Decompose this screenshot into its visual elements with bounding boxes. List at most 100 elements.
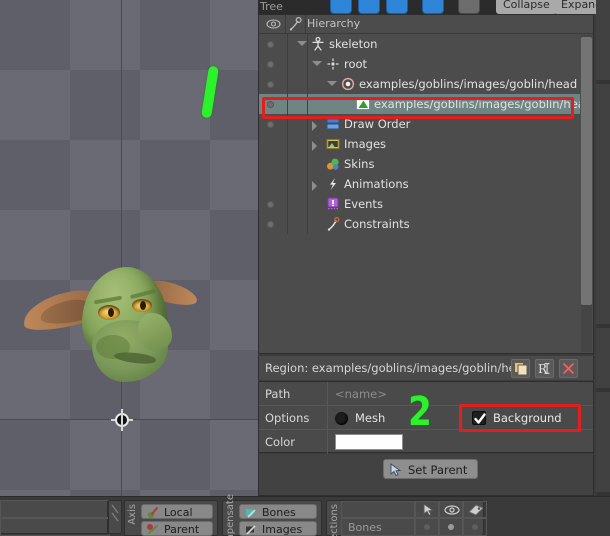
tree-expand-arrow[interactable]: [312, 181, 317, 191]
goblin-right-pupil: [140, 301, 146, 310]
tree-expand-arrow[interactable]: [327, 81, 337, 86]
skeleton-icon: [311, 36, 325, 51]
cursor-icon: [389, 463, 403, 477]
rename-icon[interactable]: R: [535, 359, 554, 378]
top-toolbar: Tree Collapse Expand: [258, 0, 610, 14]
duplicate-icon[interactable]: [511, 359, 530, 378]
selections-group: Selections Bones: [326, 500, 487, 536]
region-header-bar: Region: examples/goblins/images/goblin/h…: [258, 356, 594, 380]
tree-row-label: Images: [344, 137, 387, 151]
right-edge-panel: [596, 0, 610, 496]
set-parent-button[interactable]: Set Parent: [383, 459, 479, 479]
root-icon: [326, 57, 340, 71]
tree-expand-arrow[interactable]: [312, 61, 322, 66]
row-visibility-dot[interactable]: [267, 101, 274, 108]
color-swatch[interactable]: [335, 434, 403, 450]
tree-row-1[interactable]: root: [259, 54, 580, 74]
eye-icon[interactable]: [358, 0, 380, 14]
tag-icon[interactable]: [463, 501, 487, 518]
origin-crosshair: [111, 409, 133, 431]
viewport-canvas[interactable]: [0, 0, 258, 496]
eye-icon[interactable]: [266, 15, 281, 33]
selections-cell-tag[interactable]: [463, 518, 487, 536]
region-path-label: Region: examples/goblins/images/goblin/h…: [265, 361, 527, 375]
eye-icon[interactable]: [439, 501, 463, 518]
mesh-label[interactable]: Mesh: [355, 411, 385, 425]
mesh-checkbox[interactable]: [335, 412, 348, 425]
slot-icon: [341, 77, 355, 91]
goblin-head-image[interactable]: [19, 265, 200, 385]
hierarchy-tree-body[interactable]: skeleton root examples/goblins/images/gobl…: [259, 34, 580, 353]
select-icon[interactable]: [415, 501, 439, 518]
row-visibility-dot[interactable]: [267, 121, 274, 128]
skins-icon: [326, 157, 340, 171]
tree-row-9[interactable]: Constraints: [259, 214, 580, 234]
tree-row-label: root: [344, 57, 368, 71]
tree-row-8[interactable]: Events: [259, 194, 580, 214]
tree-row-label: Animations: [344, 177, 409, 191]
tree-expand-arrow[interactable]: [312, 121, 317, 131]
constraints-icon: [326, 216, 340, 231]
parent-button[interactable]: Parent: [141, 521, 213, 536]
tree-row-label: Events: [344, 197, 383, 211]
images-icon: [244, 523, 257, 536]
tree-expand-arrow[interactable]: [312, 141, 317, 151]
tree-row-4[interactable]: Draw Order: [259, 114, 580, 134]
local-label: Local: [164, 506, 193, 519]
row-visibility-dot[interactable]: [267, 201, 274, 208]
tree-scrollbar-thumb[interactable]: [581, 37, 592, 305]
path-input[interactable]: <name>: [335, 387, 387, 401]
local-button[interactable]: Local: [141, 504, 213, 519]
tree-row-0[interactable]: skeleton: [259, 34, 580, 54]
tree-expand-arrow[interactable]: [297, 41, 307, 46]
goblin-left-pupil: [108, 308, 114, 317]
property-label-path: Path: [265, 387, 291, 401]
compensate-images-button[interactable]: Images: [239, 521, 317, 536]
tree-row-2[interactable]: examples/goblins/images/goblin/head: [259, 74, 580, 94]
compensate-bones-button[interactable]: Bones: [239, 504, 317, 519]
tree-panel-label: Tree: [260, 0, 283, 13]
selections-group-label: Selections: [329, 504, 340, 536]
tree-row-label: Skins: [344, 157, 375, 171]
background-label[interactable]: Background: [493, 411, 562, 425]
hierarchy-tree-header: Hierarchy: [259, 15, 593, 34]
tree-scrollbar[interactable]: [581, 35, 592, 352]
parent-label: Parent: [164, 523, 200, 536]
bone-icon[interactable]: [289, 15, 302, 33]
bottom-toolbar: Axis Local Parent Compensate Bones Image…: [0, 494, 610, 536]
tree-row-5[interactable]: Images: [259, 134, 580, 154]
grid-icon[interactable]: [422, 0, 444, 14]
tree-row-label: Draw Order: [344, 117, 411, 131]
tree-row-3[interactable]: examples/goblins/images/goblin/head: [259, 94, 580, 114]
collapse-button[interactable]: Collapse: [496, 0, 557, 14]
row-visibility-dot[interactable]: [267, 221, 274, 228]
local-icon: [146, 506, 159, 519]
annotation-step-one: [200, 65, 220, 119]
delete-icon[interactable]: [559, 359, 578, 378]
hierarchy-tree-panel[interactable]: Hierarchy skeleton root examples/goblins/i…: [258, 14, 594, 354]
row-visibility-dot[interactable]: [267, 41, 274, 48]
selections-row-label-cell[interactable]: Bones: [341, 518, 415, 536]
axis-group-label: Axis: [127, 504, 138, 525]
property-label-color: Color: [265, 435, 296, 449]
compensate-images-label: Images: [262, 523, 303, 536]
row-visibility-dot[interactable]: [267, 81, 274, 88]
row-visibility-dot[interactable]: [267, 61, 274, 68]
tree-row-label: examples/goblins/images/goblin/head: [374, 97, 580, 111]
selections-cell-eye[interactable]: [439, 518, 463, 536]
tree-row-label: Constraints: [344, 217, 410, 231]
background-checkbox[interactable]: [472, 411, 486, 425]
bones-icon: [244, 506, 257, 519]
selections-row-label: Bones: [348, 521, 382, 534]
tree-row-7[interactable]: Animations: [259, 174, 580, 194]
bottom-left-grid[interactable]: [0, 500, 110, 536]
annotation-step-two: 2: [408, 389, 432, 435]
selections-cell-select[interactable]: [415, 518, 439, 536]
property-label-options: Options: [265, 411, 310, 425]
tree-row-6[interactable]: Skins: [259, 154, 580, 174]
bottom-left-handle[interactable]: [108, 500, 122, 534]
link-icon[interactable]: [386, 0, 408, 14]
axis-group: Axis Local Parent: [124, 500, 218, 536]
brush-icon[interactable]: [330, 0, 352, 14]
wand-icon[interactable]: [458, 0, 480, 14]
